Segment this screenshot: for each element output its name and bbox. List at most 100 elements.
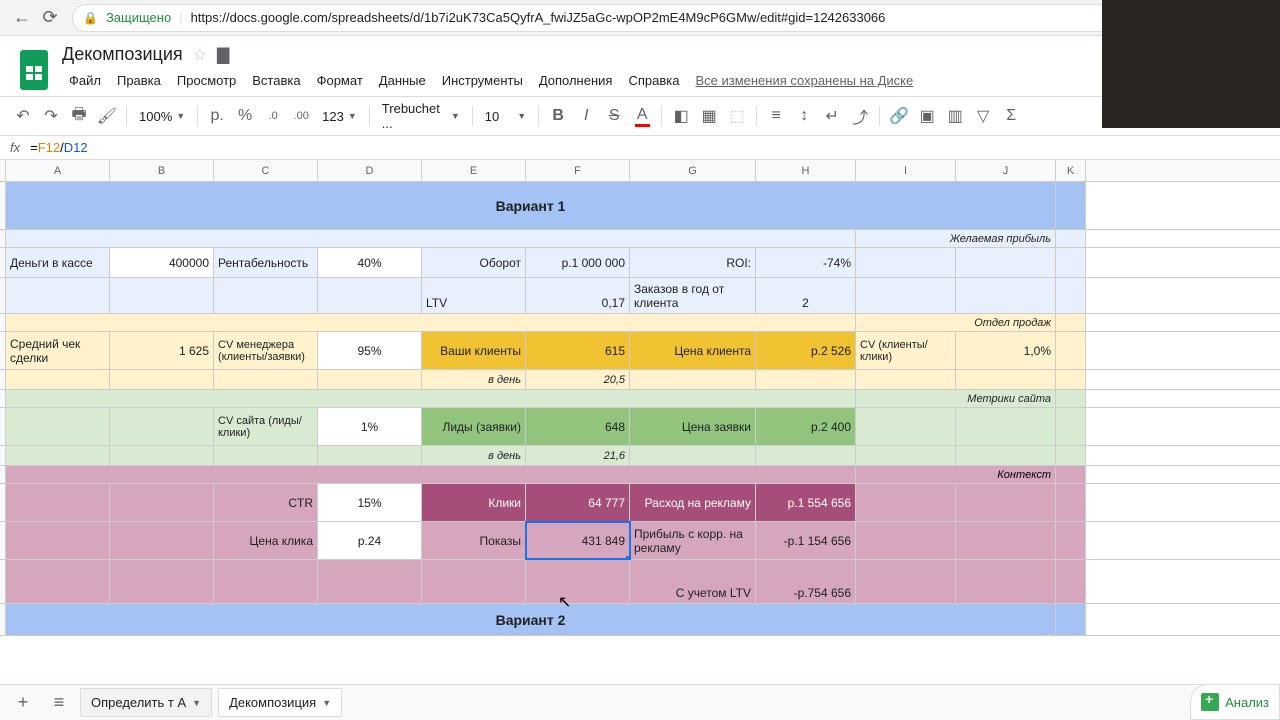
col-header[interactable]: J bbox=[956, 160, 1056, 181]
strike-icon[interactable]: S bbox=[601, 103, 627, 129]
comment-icon[interactable]: ▣ bbox=[914, 103, 940, 129]
cell[interactable]: р.1 554 656 bbox=[756, 484, 856, 521]
cell[interactable]: 1% bbox=[318, 408, 422, 445]
sheet-area[interactable]: A B C D E F G H I J K Вариант 1 Желаемая… bbox=[0, 160, 1280, 636]
back-icon[interactable]: ← bbox=[8, 4, 36, 32]
cell[interactable]: Средний чек сделки bbox=[6, 332, 110, 369]
cell[interactable]: ROI: bbox=[630, 248, 756, 277]
cell[interactable]: 1 625 bbox=[110, 332, 214, 369]
menu-edit[interactable]: Правка bbox=[110, 69, 168, 92]
valign-icon[interactable]: ↕ bbox=[791, 103, 817, 129]
col-header[interactable]: I bbox=[856, 160, 956, 181]
wrap-icon[interactable]: ↵ bbox=[819, 103, 845, 129]
cell[interactable]: Метрики сайта bbox=[856, 390, 1056, 407]
doc-title[interactable]: Декомпозиция bbox=[62, 44, 183, 65]
cell[interactable]: 2 bbox=[756, 278, 856, 313]
col-header[interactable]: D bbox=[318, 160, 422, 181]
redo-icon[interactable]: ↷ bbox=[38, 103, 64, 129]
reload-icon[interactable]: ⟳ bbox=[36, 4, 64, 32]
sheet-tab-active[interactable]: Декомпозиция▼ bbox=[218, 688, 342, 717]
col-header[interactable]: F bbox=[526, 160, 630, 181]
cell[interactable]: LTV bbox=[422, 278, 526, 313]
menu-help[interactable]: Справка bbox=[621, 69, 686, 92]
section-header[interactable]: Вариант 2 bbox=[6, 604, 1056, 635]
cell[interactable]: С учетом LTV bbox=[630, 560, 756, 603]
filter-icon[interactable]: ▽ bbox=[970, 103, 996, 129]
link-icon[interactable]: 🔗 bbox=[886, 103, 912, 129]
cell[interactable]: 21,6 bbox=[526, 446, 630, 465]
cell[interactable]: 15% bbox=[318, 484, 422, 521]
italic-icon[interactable]: I bbox=[573, 103, 599, 129]
cell[interactable]: р.1 000 000 bbox=[526, 248, 630, 277]
col-header[interactable]: C bbox=[214, 160, 318, 181]
add-sheet-button[interactable]: + bbox=[8, 688, 38, 718]
menu-addons[interactable]: Дополнения bbox=[532, 69, 620, 92]
all-sheets-button[interactable]: ≡ bbox=[44, 688, 74, 718]
cell[interactable]: 64 777 bbox=[526, 484, 630, 521]
cell[interactable]: р.2 400 bbox=[756, 408, 856, 445]
star-icon[interactable]: ☆ bbox=[193, 45, 207, 65]
selected-cell[interactable]: 431 849 bbox=[526, 522, 630, 559]
cell[interactable]: 648 bbox=[526, 408, 630, 445]
selection-handle[interactable] bbox=[626, 556, 630, 559]
cell[interactable]: Клики bbox=[422, 484, 526, 521]
menu-view[interactable]: Просмотр bbox=[170, 69, 243, 92]
increase-decimal-button[interactable]: .00 bbox=[288, 103, 314, 129]
cell[interactable]: Контекст bbox=[856, 466, 1056, 483]
cell[interactable]: Расход на рекламу bbox=[630, 484, 756, 521]
folder-icon[interactable]: ▇ bbox=[217, 45, 229, 65]
print-icon[interactable]: 🖶 bbox=[66, 103, 92, 129]
cell[interactable]: 95% bbox=[318, 332, 422, 369]
borders-icon[interactable]: ▦ bbox=[696, 103, 722, 129]
cell[interactable]: р.24 bbox=[318, 522, 422, 559]
fill-color-icon[interactable]: ◧ bbox=[668, 103, 694, 129]
cell[interactable]: Оборот bbox=[422, 248, 526, 277]
col-header[interactable]: H bbox=[756, 160, 856, 181]
cell[interactable]: 40% bbox=[318, 248, 422, 277]
number-format-select[interactable]: 123▼ bbox=[316, 109, 363, 124]
cell[interactable]: Лиды (заявки) bbox=[422, 408, 526, 445]
menu-insert[interactable]: Вставка bbox=[245, 69, 307, 92]
font-size-select[interactable]: 10▼ bbox=[479, 109, 532, 124]
font-select[interactable]: Trebuchet ...▼ bbox=[376, 101, 466, 131]
cell[interactable]: в день bbox=[422, 370, 526, 389]
col-header[interactable]: A bbox=[6, 160, 110, 181]
cell[interactable]: CV менеджера (клиенты/заявки) bbox=[214, 332, 318, 369]
menu-file[interactable]: Файл bbox=[62, 69, 108, 92]
cell[interactable]: 400000 bbox=[110, 248, 214, 277]
cell[interactable]: в день bbox=[422, 446, 526, 465]
percent-button[interactable]: % bbox=[232, 103, 258, 129]
cell[interactable]: Заказов в год от клиента bbox=[630, 278, 756, 313]
col-header[interactable]: E bbox=[422, 160, 526, 181]
zoom-select[interactable]: 100%▼ bbox=[133, 109, 191, 124]
undo-icon[interactable]: ↶ bbox=[10, 103, 36, 129]
currency-button[interactable]: р. bbox=[204, 103, 230, 129]
cell[interactable]: CV (клиенты/ клики) bbox=[856, 332, 956, 369]
menu-format[interactable]: Формат bbox=[310, 69, 370, 92]
cell[interactable]: -74% bbox=[756, 248, 856, 277]
functions-icon[interactable]: Σ bbox=[998, 103, 1024, 129]
chart-icon[interactable]: ▥ bbox=[942, 103, 968, 129]
address-bar[interactable]: 🔒 Защищено | https://docs.google.com/spr… bbox=[72, 4, 1272, 32]
cell[interactable]: CV сайта (лиды/клики) bbox=[214, 408, 318, 445]
cell[interactable]: Деньги в кассе bbox=[6, 248, 110, 277]
cell[interactable]: -р.754 656 bbox=[756, 560, 856, 603]
cell[interactable]: Ваши клиенты bbox=[422, 332, 526, 369]
cell[interactable]: 1,0% bbox=[956, 332, 1056, 369]
col-header[interactable]: K bbox=[1056, 160, 1086, 181]
cell[interactable]: Цена клика bbox=[214, 522, 318, 559]
grid[interactable]: Вариант 1 Желаемая прибыль Деньги в касс… bbox=[0, 182, 1280, 636]
decrease-decimal-button[interactable]: .0 bbox=[260, 103, 286, 129]
section-header[interactable]: Вариант 1 bbox=[6, 182, 1056, 229]
cell[interactable]: -р.1 154 656 bbox=[756, 522, 856, 559]
menu-data[interactable]: Данные bbox=[372, 69, 433, 92]
sheet-tab[interactable]: Определить т А▼ bbox=[80, 688, 212, 717]
cell[interactable]: р.2 526 bbox=[756, 332, 856, 369]
cell[interactable]: Прибыль с корр. на рекламу bbox=[630, 522, 756, 559]
cell[interactable]: Цена клиента bbox=[630, 332, 756, 369]
cell[interactable]: Цена заявки bbox=[630, 408, 756, 445]
paint-format-icon[interactable]: 🖌 bbox=[94, 103, 120, 129]
cell[interactable]: 615 bbox=[526, 332, 630, 369]
text-color-icon[interactable]: A bbox=[629, 103, 655, 129]
cell[interactable]: Показы bbox=[422, 522, 526, 559]
